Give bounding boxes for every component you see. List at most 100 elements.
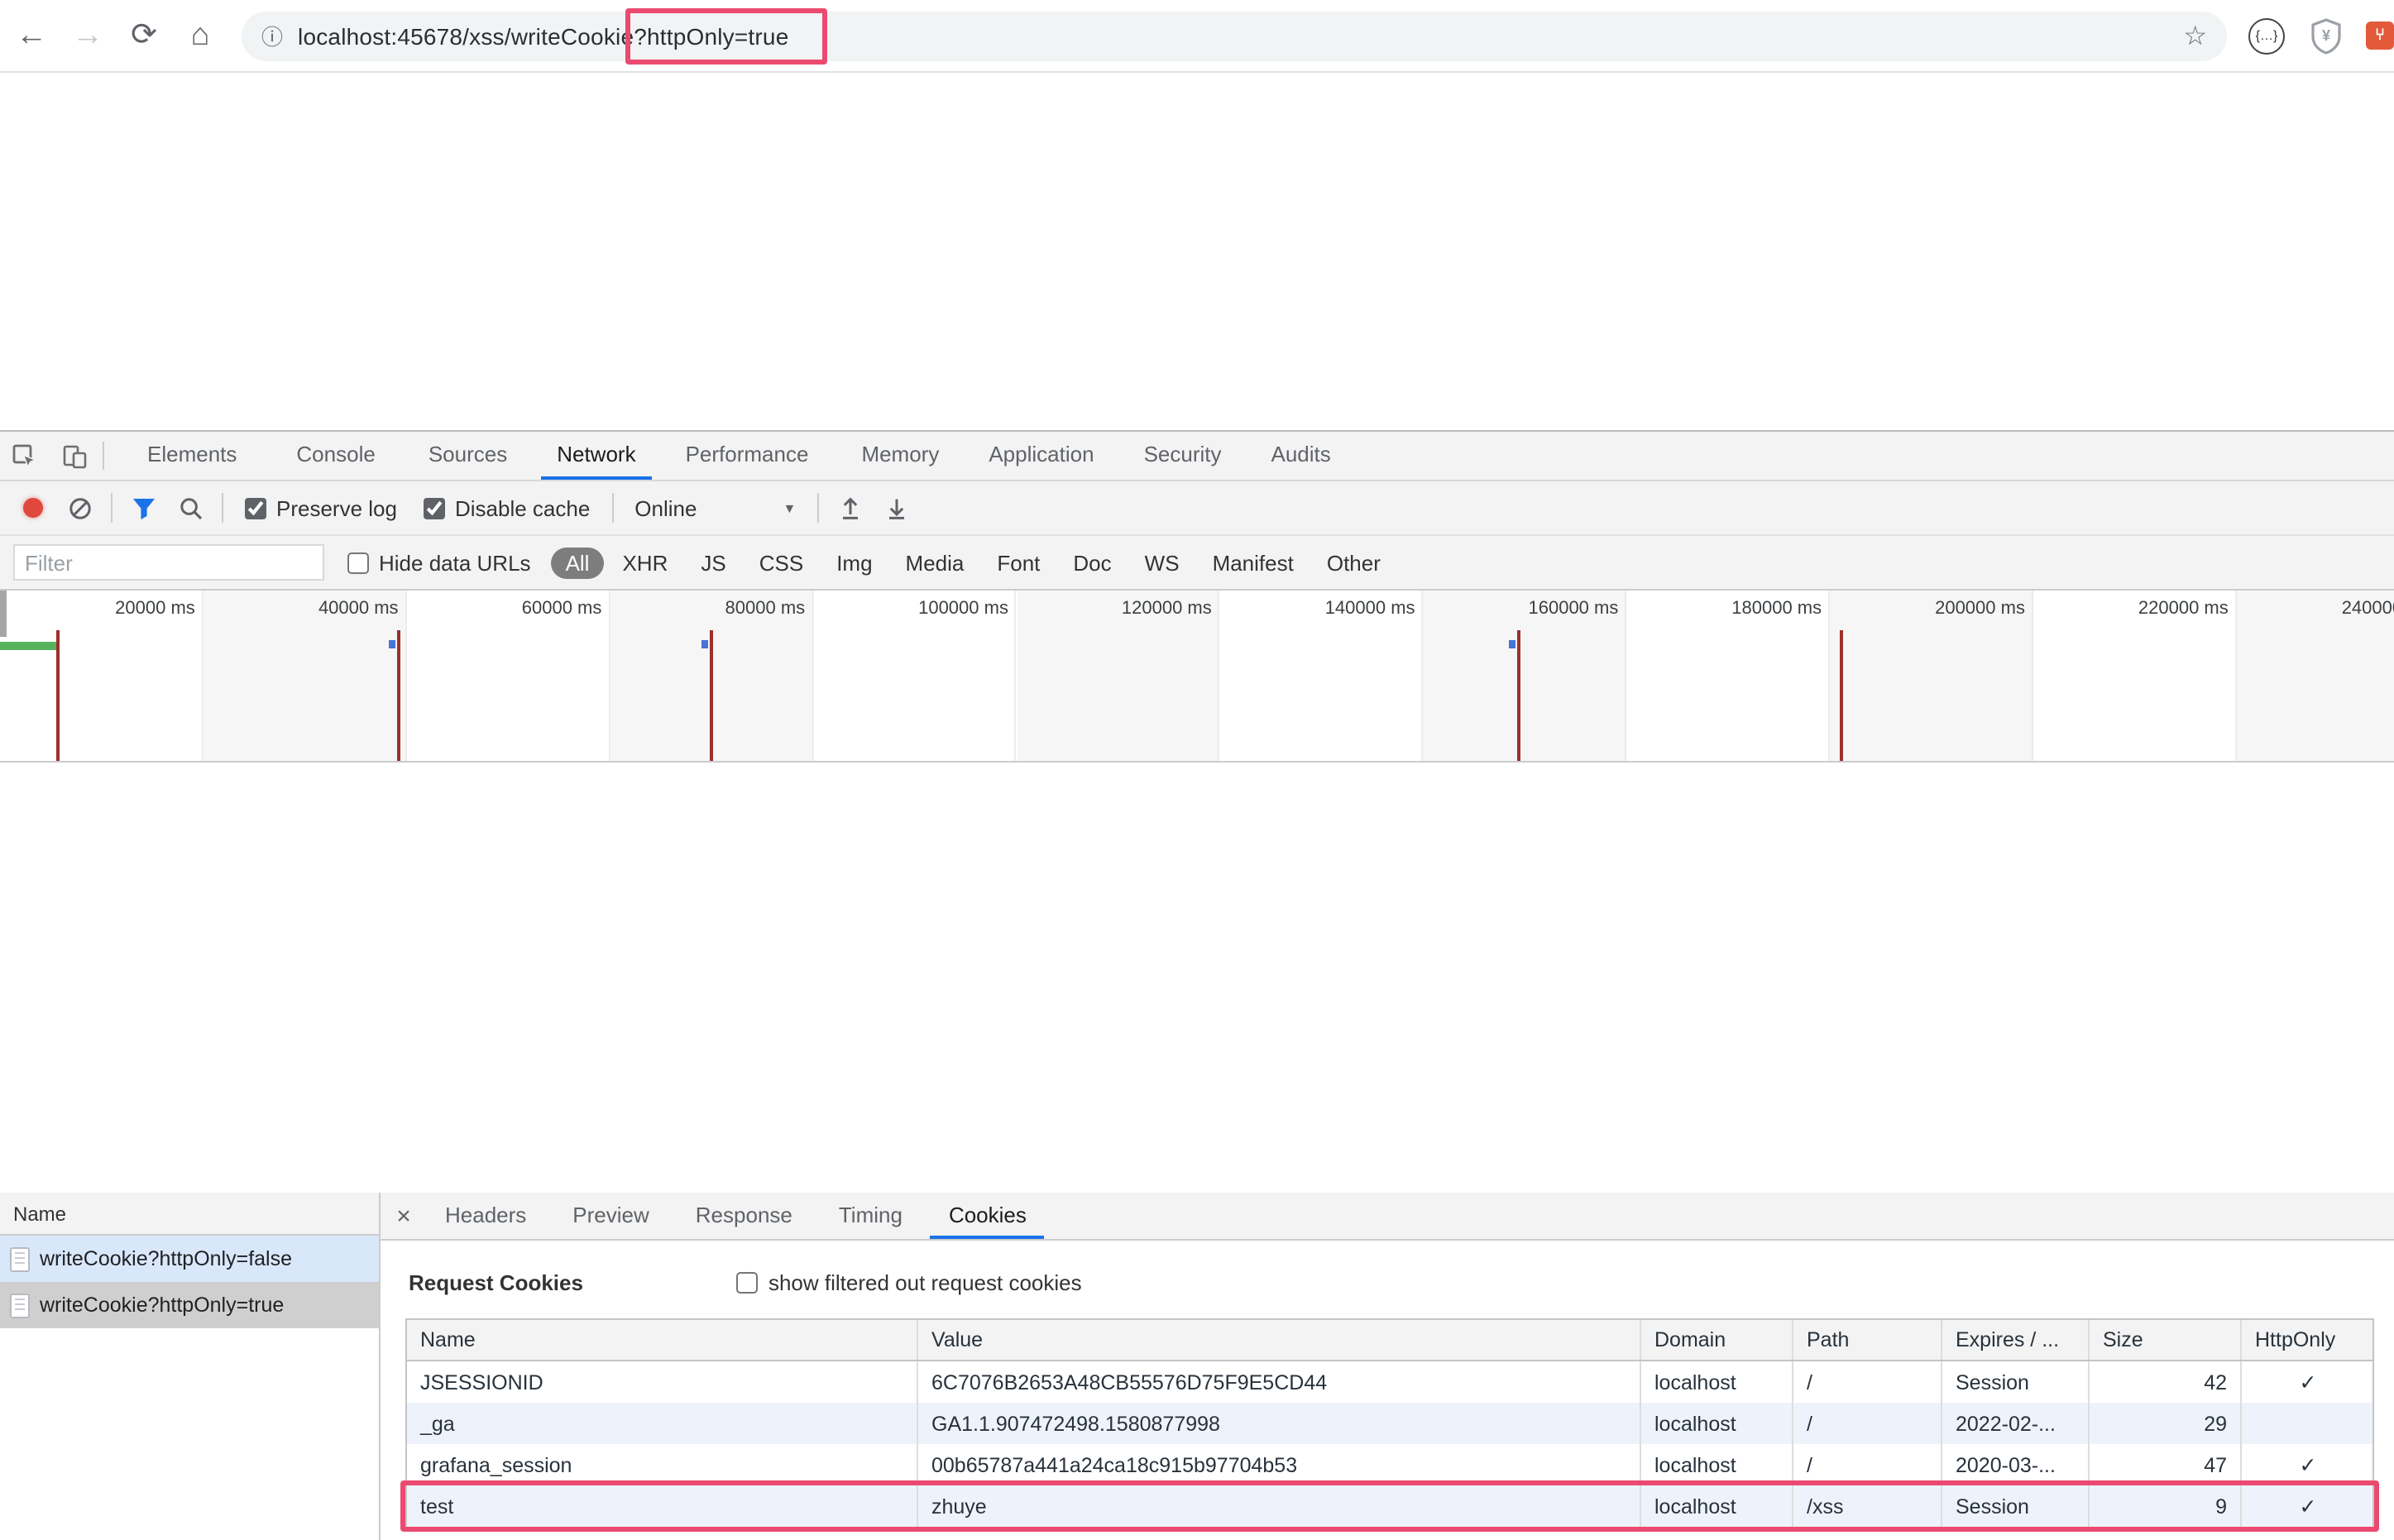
disable-cache-checkbox[interactable]: Disable cache [423,495,590,520]
preserve-log-checkbox[interactable]: Preserve log [245,495,397,520]
cell-httponly [2242,1403,2374,1444]
back-icon[interactable]: ← [7,11,56,60]
timeline-band: 20000 ms [0,591,203,761]
timeline-band: 60000 ms [407,591,610,761]
col-expires[interactable]: Expires / ... [1942,1320,2090,1360]
pill-manifest[interactable]: Manifest [1198,547,1309,578]
show-filtered-input[interactable] [736,1272,759,1294]
pill-css[interactable]: CSS [745,547,818,578]
table-row[interactable]: _ga GA1.1.907472498.1580877998 localhost… [407,1403,2372,1444]
export-har-icon[interactable] [874,486,920,529]
col-path[interactable]: Path [1793,1320,1942,1360]
cell-path: / [1793,1444,1942,1485]
timeline-tick: 160000 ms [1528,599,1619,619]
col-name[interactable]: Name [407,1320,918,1360]
request-row-true[interactable]: writeCookie?httpOnly=true [0,1282,379,1328]
hide-data-urls-input[interactable] [347,552,369,573]
request-name: writeCookie?httpOnly=true [40,1294,285,1317]
pill-font[interactable]: Font [982,547,1055,578]
divider [817,493,820,523]
timeline-band: 240000 ms [2236,591,2394,761]
tab-headers[interactable]: Headers [427,1193,544,1239]
filter-icon[interactable] [121,486,167,529]
tab-security[interactable]: Security [1128,432,1238,480]
bookmark-star-icon[interactable]: ☆ [2183,19,2207,52]
table-row[interactable]: grafana_session 00b65787a441a24ca18c915b… [407,1444,2372,1485]
cookies-pane: Request Cookies show filtered out reques… [381,1241,2394,1540]
extension-braces-icon[interactable]: {…} [2248,17,2285,54]
network-filter-input[interactable] [13,544,324,581]
screen: ← → ⟳ ⌂ ⓘ localhost:45678/xss/writeCooki… [0,0,2394,1540]
home-icon[interactable]: ⌂ [175,11,225,60]
table-row-test-cookie[interactable]: test zhuye localhost /xss Session 9 ✓ [407,1485,2372,1527]
table-row[interactable]: JSESSIONID 6C7076B2653A48CB55576D75F9E5C… [407,1361,2372,1403]
devtools-panel: Elements Console Sources Network Perform… [0,430,2394,1540]
pill-doc[interactable]: Doc [1058,547,1126,578]
tab-network[interactable]: Network [540,432,653,480]
tab-console[interactable]: Console [280,432,391,480]
pill-js[interactable]: JS [686,547,740,578]
hide-data-urls-checkbox[interactable]: Hide data URLs [347,550,531,575]
tab-sources[interactable]: Sources [412,432,524,480]
request-row-false[interactable]: writeCookie?httpOnly=false [0,1236,379,1282]
cell-size: 9 [2090,1485,2242,1527]
requests-empty-space [0,1328,379,1540]
pill-media[interactable]: Media [891,547,979,578]
cell-value: zhuye [918,1485,1641,1527]
pill-img[interactable]: Img [821,547,887,578]
divider [611,493,614,523]
url-text[interactable]: localhost:45678/xss/writeCookie?httpOnly… [298,22,2170,49]
network-overview-timeline: 20000 ms 40000 ms 60000 ms 80000 ms 1000… [0,591,2394,763]
forward-icon[interactable]: → [63,11,113,60]
cell-domain: localhost [1641,1403,1793,1444]
timeline-band: 140000 ms [1220,591,1424,761]
cell-httponly: ✓ [2299,1454,2317,1477]
device-toolbar-icon[interactable] [50,432,99,480]
tab-preview[interactable]: Preview [554,1193,668,1239]
col-domain[interactable]: Domain [1641,1320,1793,1360]
tab-cookies[interactable]: Cookies [930,1193,1045,1239]
timeline-band: 40000 ms [203,591,407,761]
record-button[interactable] [10,486,56,529]
tab-application[interactable]: Application [972,432,1110,480]
pill-ws[interactable]: WS [1130,547,1195,578]
dcl-tick [701,640,708,648]
cell-expires: 2020-03-... [1942,1444,2090,1485]
tab-elements[interactable]: Elements [131,432,253,480]
show-filtered-checkbox[interactable]: show filtered out request cookies [736,1270,1082,1295]
hide-data-urls-label: Hide data URLs [379,550,531,575]
cell-value: 00b65787a441a24ca18c915b97704b53 [918,1444,1641,1485]
address-bar[interactable]: ⓘ localhost:45678/xss/writeCookie?httpOn… [242,11,2227,60]
close-icon[interactable]: × [381,1193,427,1239]
import-har-icon[interactable] [827,486,874,529]
tab-audits[interactable]: Audits [1255,432,1348,480]
preserve-log-input[interactable] [245,497,266,519]
tab-performance[interactable]: Performance [669,432,826,480]
timeline-tick: 240000 ms [2341,599,2394,619]
search-icon[interactable] [167,486,213,529]
throttling-dropdown[interactable]: Online ▼ [621,495,809,520]
load-event-line [710,630,713,761]
pill-all[interactable]: All [550,547,605,578]
requests-name-header[interactable]: Name [0,1193,379,1236]
inspect-element-icon[interactable] [0,432,50,480]
svg-text:¥: ¥ [2322,26,2330,43]
disable-cache-input[interactable] [423,497,445,519]
pill-other[interactable]: Other [1312,547,1396,578]
page-content [0,73,2394,428]
tab-response[interactable]: Response [678,1193,811,1239]
timeline-tick: 180000 ms [1731,599,1822,619]
request-cookies-title: Request Cookies [409,1270,583,1295]
col-value[interactable]: Value [918,1320,1641,1360]
clear-button[interactable] [56,486,103,529]
extension-shield-icon[interactable]: ¥ [2310,17,2343,54]
tab-timing[interactable]: Timing [821,1193,921,1239]
col-httponly[interactable]: HttpOnly [2242,1320,2374,1360]
col-size[interactable]: Size [2090,1320,2242,1360]
site-info-icon[interactable]: ⓘ [261,20,283,51]
tab-memory[interactable]: Memory [845,432,955,480]
reload-icon[interactable]: ⟳ [119,11,169,60]
load-event-line [56,630,60,761]
extension-proxy-icon[interactable]: ⑂ [2366,22,2394,50]
pill-xhr[interactable]: XHR [607,547,682,578]
